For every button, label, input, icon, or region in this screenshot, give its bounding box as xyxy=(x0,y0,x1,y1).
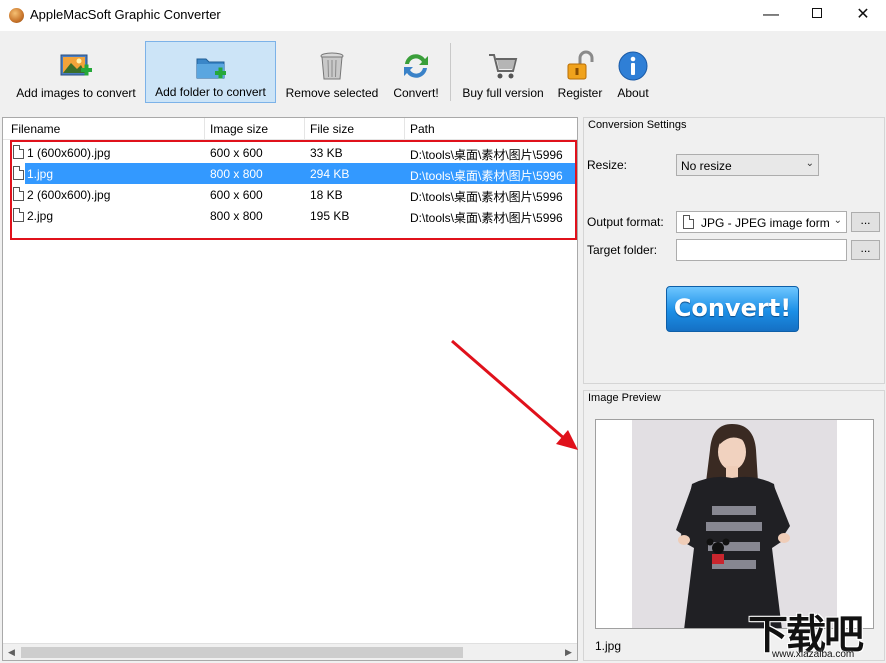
cell-filename: 2.jpg xyxy=(27,209,54,223)
resize-value: No resize xyxy=(681,159,732,173)
list-header: Filename Image size File size Path xyxy=(3,118,577,140)
file-icon xyxy=(13,208,24,222)
cell-path: D:\tools\桌面\素材\图片\5996 xyxy=(410,148,563,162)
table-row[interactable]: 1 (600x600).jpg 600 x 600 33 KB D:\tools… xyxy=(3,142,577,163)
minimize-button[interactable]: — xyxy=(748,0,794,31)
column-header-path[interactable]: Path xyxy=(410,122,435,136)
chevron-down-icon: ⌄ xyxy=(805,158,814,169)
site-watermark: 下载吧 www.xiazaiba.com xyxy=(746,602,886,663)
add-folder-button[interactable]: Add folder to convert xyxy=(145,41,276,103)
image-preview-title: Image Preview xyxy=(587,392,662,404)
file-icon xyxy=(13,145,24,159)
file-list[interactable]: Filename Image size File size Path 1 (60… xyxy=(2,117,578,661)
resize-select[interactable]: No resize ⌄ xyxy=(676,154,819,176)
about-label: About xyxy=(617,86,649,100)
window-title: AppleMacSoft Graphic Converter xyxy=(30,7,221,22)
cell-image-size: 800 x 800 xyxy=(210,209,263,223)
conversion-settings-panel: Conversion Settings Resize: No resize ⌄ … xyxy=(583,117,885,384)
column-divider[interactable] xyxy=(404,118,405,140)
register-label: Register xyxy=(557,86,603,100)
cell-image-size: 800 x 800 xyxy=(210,167,263,181)
file-icon xyxy=(13,166,24,180)
file-icon xyxy=(13,187,24,201)
convert-button[interactable]: Convert! xyxy=(666,286,799,332)
maximize-icon xyxy=(812,8,822,19)
scroll-right-icon[interactable]: ▶ xyxy=(560,644,577,661)
add-folder-label: Add folder to convert xyxy=(155,85,266,99)
title-bar: AppleMacSoft Graphic Converter — ✕ xyxy=(0,0,886,31)
cell-image-size: 600 x 600 xyxy=(210,188,263,202)
preview-image xyxy=(632,420,837,628)
cell-filename: 2 (600x600).jpg xyxy=(27,188,111,202)
output-format-label: Output format: xyxy=(587,215,664,229)
target-folder-label: Target folder: xyxy=(587,243,658,257)
toolbar: Add images to convert Add folder to conv… xyxy=(0,31,886,105)
resize-label: Resize: xyxy=(587,158,628,172)
add-images-button[interactable]: Add images to convert xyxy=(8,41,144,103)
about-button[interactable]: About xyxy=(610,41,656,103)
app-icon xyxy=(9,8,24,23)
cell-path: D:\tools\桌面\素材\图片\5996 xyxy=(410,169,563,183)
buy-full-version-button[interactable]: Buy full version xyxy=(458,41,548,103)
browse-folder-button[interactable]: ... xyxy=(851,240,880,260)
conversion-settings-title: Conversion Settings xyxy=(587,119,688,131)
horizontal-scrollbar[interactable]: ◀ ▶ xyxy=(3,643,577,660)
column-header-file-size[interactable]: File size xyxy=(310,122,354,136)
cell-path: D:\tools\桌面\素材\图片\5996 xyxy=(410,211,563,225)
remove-selected-button[interactable]: Remove selected xyxy=(280,41,384,103)
add-folder-icon xyxy=(196,58,226,79)
add-images-label: Add images to convert xyxy=(16,86,136,100)
lock-icon xyxy=(567,50,594,80)
scrollbar-thumb[interactable] xyxy=(21,647,463,658)
close-button[interactable]: ✕ xyxy=(840,0,886,31)
refresh-icon xyxy=(404,54,428,78)
table-row-selected[interactable]: 1.jpg 800 x 800 294 KB D:\tools\桌面\素材\图片… xyxy=(3,163,577,184)
buy-full-version-label: Buy full version xyxy=(462,86,544,100)
table-row[interactable]: 2 (600x600).jpg 600 x 600 18 KB D:\tools… xyxy=(3,184,577,205)
register-button[interactable]: Register xyxy=(554,41,606,103)
convert-toolbar-button[interactable]: Convert! xyxy=(388,41,444,103)
column-divider[interactable] xyxy=(304,118,305,140)
cart-icon xyxy=(489,54,518,79)
cell-filename: 1 (600x600).jpg xyxy=(27,146,111,160)
cell-file-size: 18 KB xyxy=(310,188,343,202)
output-format-options-button[interactable]: ... xyxy=(851,212,880,232)
convert-toolbar-label: Convert! xyxy=(393,86,439,100)
trash-icon xyxy=(320,52,344,80)
preview-filename: 1.jpg xyxy=(595,639,622,653)
info-icon xyxy=(618,51,648,81)
cell-filename: 1.jpg xyxy=(27,167,54,181)
toolbar-separator xyxy=(450,43,451,101)
scroll-left-icon[interactable]: ◀ xyxy=(3,644,20,661)
table-row[interactable]: 2.jpg 800 x 800 195 KB D:\tools\桌面\素材\图片… xyxy=(3,205,577,226)
cell-image-size: 600 x 600 xyxy=(210,146,263,160)
output-format-select[interactable]: JPG - JPEG image form ⌄ xyxy=(676,211,847,233)
output-format-value: JPG - JPEG image form xyxy=(701,216,829,230)
column-header-filename[interactable]: Filename xyxy=(11,122,60,136)
file-icon xyxy=(683,215,694,229)
chevron-down-icon: ⌄ xyxy=(833,215,842,226)
remove-selected-label: Remove selected xyxy=(285,86,379,100)
maximize-button[interactable] xyxy=(794,0,840,31)
cell-file-size: 33 KB xyxy=(310,146,343,160)
column-divider[interactable] xyxy=(204,118,205,140)
column-header-image-size[interactable]: Image size xyxy=(210,122,268,136)
add-images-icon xyxy=(60,54,92,76)
cell-path: D:\tools\桌面\素材\图片\5996 xyxy=(410,190,563,204)
watermark-url: www.xiazaiba.com xyxy=(772,649,855,660)
cell-file-size: 195 KB xyxy=(310,209,350,223)
cell-file-size: 294 KB xyxy=(310,167,350,181)
preview-frame xyxy=(595,419,874,629)
target-folder-input[interactable] xyxy=(676,239,847,261)
